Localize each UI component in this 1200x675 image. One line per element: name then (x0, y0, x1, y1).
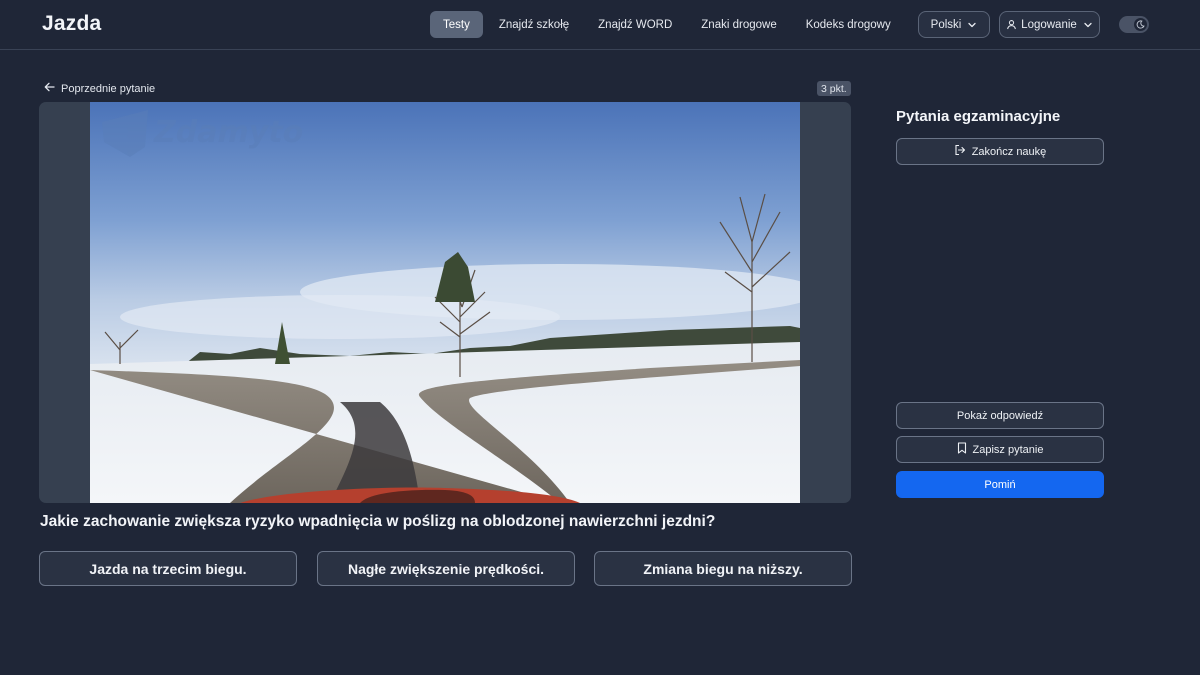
theme-toggle[interactable] (1119, 16, 1149, 33)
previous-question-label: Poprzednie pytanie (61, 82, 156, 95)
arrow-left-icon (44, 82, 61, 95)
previous-question-link[interactable]: Poprzednie pytanie (44, 81, 155, 96)
moon-icon (1134, 18, 1147, 31)
nav-item-testy[interactable]: Testy (430, 11, 483, 38)
watermark-text: Zdamyto (153, 115, 303, 150)
finish-learning-button[interactable]: Zakończ naukę (896, 138, 1104, 165)
finish-learning-label: Zakończ naukę (971, 145, 1047, 158)
logout-icon (954, 144, 972, 159)
nav-item-traffic-code[interactable]: Kodeks drogowy (793, 11, 904, 38)
logo[interactable]: Jazda (42, 11, 101, 37)
save-question-button[interactable]: Zapisz pytanie (896, 436, 1104, 463)
user-icon (1006, 19, 1017, 30)
answer-option[interactable]: Nagłe zwiększenie prędkości. (317, 551, 575, 586)
question-text: Jakie zachowanie zwiększa ryzyko wpadnię… (40, 513, 716, 530)
language-select[interactable]: Polski (918, 11, 990, 38)
skip-button[interactable]: Pomiń (896, 471, 1104, 498)
chevron-down-icon (967, 20, 977, 30)
question-image: Zdamyto (90, 102, 800, 503)
login-dropdown[interactable]: Logowanie (999, 11, 1100, 38)
sidebar-title: Pytania egzaminacyjne (896, 108, 1061, 125)
nav-item-find-school[interactable]: Znajdź szkołę (486, 11, 582, 38)
nav-item-find-word[interactable]: Znajdź WORD (585, 11, 685, 38)
top-navigation-bar: Jazda Testy Znajdź szkołę Znajdź WORD Zn… (0, 0, 1200, 50)
language-label: Polski (930, 18, 962, 31)
answer-option[interactable]: Jazda na trzecim biegu. (39, 551, 297, 586)
save-question-label: Zapisz pytanie (972, 443, 1044, 456)
chevron-down-icon (1083, 20, 1093, 30)
question-media: Zdamyto (39, 102, 851, 503)
main-nav: Testy Znajdź szkołę Znajdź WORD Znaki dr… (430, 11, 959, 38)
nav-item-road-signs[interactable]: Znaki drogowe (688, 11, 789, 38)
answer-option[interactable]: Zmiana biegu na niższy. (594, 551, 852, 586)
bookmark-icon (957, 442, 973, 457)
logo-text: Jazda (42, 12, 102, 35)
points-badge: 3 pkt. (817, 81, 851, 96)
show-answer-button[interactable]: Pokaż odpowiedź (896, 402, 1104, 429)
login-label: Logowanie (1021, 18, 1077, 31)
